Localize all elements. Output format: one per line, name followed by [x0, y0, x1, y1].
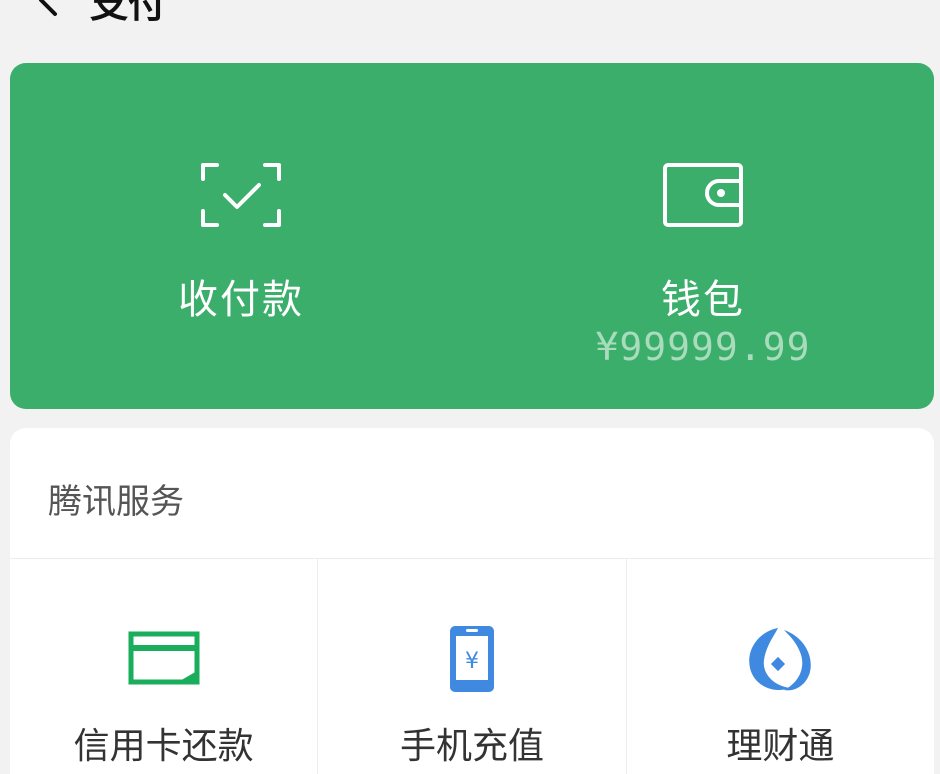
page-title: 支付	[90, 0, 167, 26]
services-section-title: 腾讯服务	[48, 482, 184, 522]
receive-pay-button[interactable]: 收付款	[10, 63, 472, 409]
service-credit-card-repay[interactable]: 信用卡还款	[10, 559, 317, 774]
tencent-services-card: 腾讯服务 信用卡还款 ¥ 手机充值 理财通	[10, 428, 934, 774]
services-grid: 信用卡还款 ¥ 手机充值 理财通	[10, 559, 934, 774]
wealth-icon	[740, 623, 820, 695]
svg-text:¥: ¥	[465, 649, 479, 674]
back-arrow-icon[interactable]	[28, 0, 68, 20]
service-wealth[interactable]: 理财通	[625, 559, 934, 774]
wallet-label: 钱包	[661, 277, 745, 323]
top-bar: 支付	[0, 0, 940, 30]
wallet-icon	[661, 161, 745, 229]
receive-pay-label: 收付款	[178, 277, 304, 323]
wallet-balance: ¥99999.99	[595, 325, 811, 369]
pay-action-card: 收付款 钱包 ¥99999.99	[10, 63, 934, 409]
credit-card-icon	[124, 623, 204, 695]
pay-page: 支付 收付款 钱包 ¥99999.99 腾讯服务 信用卡还款 ¥ 手机充值 理财…	[0, 0, 940, 774]
service-label: 手机充值	[399, 726, 544, 767]
service-label: 信用卡还款	[73, 726, 254, 767]
scan-check-icon	[199, 161, 283, 229]
service-phone-recharge[interactable]: ¥ 手机充值	[317, 559, 625, 774]
service-label: 理财通	[726, 726, 835, 767]
wallet-button[interactable]: 钱包 ¥99999.99	[472, 63, 934, 409]
phone-recharge-icon: ¥	[432, 623, 512, 695]
